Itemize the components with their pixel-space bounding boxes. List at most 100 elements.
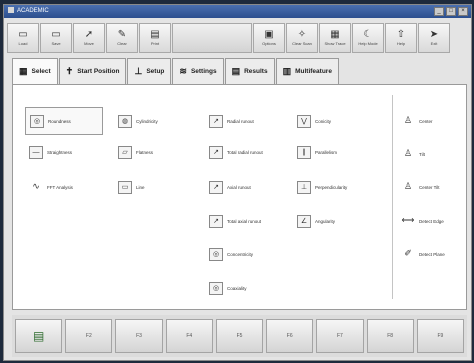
- toolbar-button-label: Exit: [430, 41, 438, 46]
- toolbar-button-label: Help Mode: [358, 41, 378, 46]
- feature-label: Straightness: [47, 149, 73, 155]
- function-key-f7[interactable]: F7: [316, 319, 364, 353]
- feature-perpendicularity[interactable]: ⊥ Perpendicularity: [297, 178, 347, 196]
- column-divider: [392, 95, 393, 299]
- fft-analysis-icon: ∿: [32, 180, 40, 191]
- window-title: ACADEMIC: [17, 8, 49, 14]
- detect-plane-icon: ✐: [404, 247, 412, 258]
- toolbar-options-button[interactable]: ▣ Options: [253, 23, 285, 53]
- title-bar: ACADEMIC _ □ ×: [4, 5, 471, 18]
- toolbar-help-mode-button[interactable]: ☾ Help Mode: [352, 23, 384, 53]
- toolbar-show-trace-button[interactable]: ▦ Show Trace: [319, 23, 351, 53]
- toolbar-spacer: [172, 23, 252, 53]
- feature-label: Center Tilt: [419, 184, 440, 190]
- toolbar-button-label: Load: [18, 41, 28, 46]
- feature-label: Total axial runout: [227, 218, 262, 224]
- feature-cylindricity[interactable]: ◍ Cylindricity: [118, 112, 158, 130]
- start-position-icon: ✝: [65, 66, 74, 76]
- feature-label: FFT Analysis: [47, 184, 73, 190]
- function-key-start[interactable]: ▤: [15, 319, 63, 353]
- feature-tilt[interactable]: ♙ Tilt: [401, 145, 425, 163]
- feature-detect-edge[interactable]: ⟷ Detect Edge: [401, 212, 444, 230]
- tab-multifeature[interactable]: ▥ Multifeature: [275, 58, 339, 84]
- feature-fft-analysis[interactable]: ∿ FFT Analysis: [29, 178, 73, 196]
- toolbar-help-button[interactable]: ⇧ Help: [385, 23, 417, 53]
- feature-label: Flatness: [136, 149, 154, 155]
- feature-total-radial-runout[interactable]: ↗ Total radial runout: [209, 143, 263, 161]
- detect-edge-icon: ⟷: [401, 214, 415, 225]
- tab-setup[interactable]: ⊥ Setup: [127, 58, 172, 84]
- show-trace-icon: ▦: [330, 29, 340, 40]
- function-key-f9[interactable]: F9: [416, 319, 464, 353]
- roundness-icon: ◎: [30, 114, 44, 128]
- parallelism-icon: ∥: [297, 145, 311, 159]
- function-key-f2[interactable]: F2: [65, 319, 113, 353]
- toolbar-move-button[interactable]: ➚ Move: [73, 23, 105, 53]
- line-icon: ▭: [118, 180, 132, 194]
- setup-icon: ⊥: [134, 66, 143, 76]
- axial-runout-icon: ↗: [209, 180, 223, 194]
- feature-center[interactable]: ♙ Center: [401, 112, 433, 130]
- toolbar-print-button[interactable]: ▤ Print: [139, 23, 171, 53]
- radial-runout-icon: ↗: [209, 114, 223, 128]
- feature-coaxiality[interactable]: ◎ Coaxiality: [209, 279, 247, 297]
- tab-label: Multifeature: [295, 68, 332, 75]
- feature-label: Detect Edge: [419, 218, 444, 224]
- toolbar-button-label: Print: [150, 41, 160, 46]
- feature-line[interactable]: ▭ Line: [118, 178, 145, 196]
- tab-select[interactable]: ▦ Select: [12, 58, 58, 84]
- minimize-button[interactable]: _: [434, 7, 444, 16]
- close-button[interactable]: ×: [458, 7, 468, 16]
- tab-bar: ▦ Select ✝ Start Position ⊥ Setup ≋ Settings…: [12, 58, 442, 84]
- feature-label: Concentricity: [227, 251, 254, 257]
- feature-conicity[interactable]: ⋁ Conicity: [297, 112, 331, 130]
- toolbar-button-label: Show Trace: [324, 41, 346, 46]
- feature-label: Conicity: [315, 118, 332, 124]
- conicity-icon: ⋁: [297, 114, 311, 128]
- toolbar-button-label: Save: [51, 41, 61, 46]
- feature-concentricity[interactable]: ◎ Concentricity: [209, 245, 253, 263]
- function-key-f4[interactable]: F4: [165, 319, 213, 353]
- clear-icon: ✎: [117, 29, 127, 40]
- feature-label: Axial runout: [227, 184, 251, 190]
- toolbar-button-label: Options: [262, 41, 276, 46]
- feature-detect-plane[interactable]: ✐ Detect Plane: [401, 245, 445, 263]
- toolbar-clear-button[interactable]: ✎ Clear: [106, 23, 138, 53]
- feature-parallelism[interactable]: ∥ Parallelism: [297, 143, 337, 161]
- start-measure-icon: ▤: [32, 329, 45, 343]
- save-icon: ▭: [51, 29, 61, 40]
- perpendicularity-icon: ⊥: [297, 180, 311, 194]
- feature-axial-runout[interactable]: ↗ Axial runout: [209, 178, 251, 196]
- tab-label: Start Position: [77, 68, 120, 75]
- toolbar-clear-scan-button[interactable]: ✧ Clear Scan: [286, 23, 318, 53]
- tab-label: Select: [31, 68, 51, 75]
- tab-start-position[interactable]: ✝ Start Position: [58, 58, 127, 84]
- feature-straightness[interactable]: — Straightness: [29, 143, 72, 161]
- tab-results[interactable]: ▤ Results: [224, 58, 275, 84]
- feature-roundness[interactable]: ◎ Roundness: [25, 107, 103, 135]
- function-key-f6[interactable]: F6: [266, 319, 314, 353]
- feature-label: Cylindricity: [136, 118, 158, 124]
- feature-flatness[interactable]: ▱ Flatness: [118, 143, 153, 161]
- feature-angularity[interactable]: ∠ Angularity: [297, 212, 335, 230]
- toolbar-exit-button[interactable]: ➤ Exit: [418, 23, 450, 53]
- results-icon: ▤: [231, 66, 241, 76]
- feature-center-tilt[interactable]: ♙ Center Tilt: [401, 178, 440, 196]
- feature-label: Parallelism: [315, 149, 338, 155]
- maximize-button[interactable]: □: [446, 7, 456, 16]
- load-icon: ▭: [18, 29, 28, 40]
- feature-label: Total radial runout: [227, 149, 263, 155]
- tab-settings[interactable]: ≋ Settings: [172, 58, 224, 84]
- feature-label: Tilt: [419, 151, 425, 157]
- toolbar-save-button[interactable]: ▭ Save: [40, 23, 72, 53]
- concentricity-icon: ◎: [209, 247, 223, 261]
- tab-label: Setup: [146, 68, 165, 75]
- options-icon: ▣: [264, 29, 274, 40]
- function-key-f8[interactable]: F8: [366, 319, 414, 353]
- feature-radial-runout[interactable]: ↗ Radial runout: [209, 112, 254, 130]
- function-key-f3[interactable]: F3: [115, 319, 163, 353]
- function-key-f5[interactable]: F5: [215, 319, 264, 353]
- toolbar-load-button[interactable]: ▭ Load: [7, 23, 39, 53]
- feature-total-axial-runout[interactable]: ↗ Total axial runout: [209, 212, 261, 230]
- center-tilt-icon: ♙: [403, 180, 413, 191]
